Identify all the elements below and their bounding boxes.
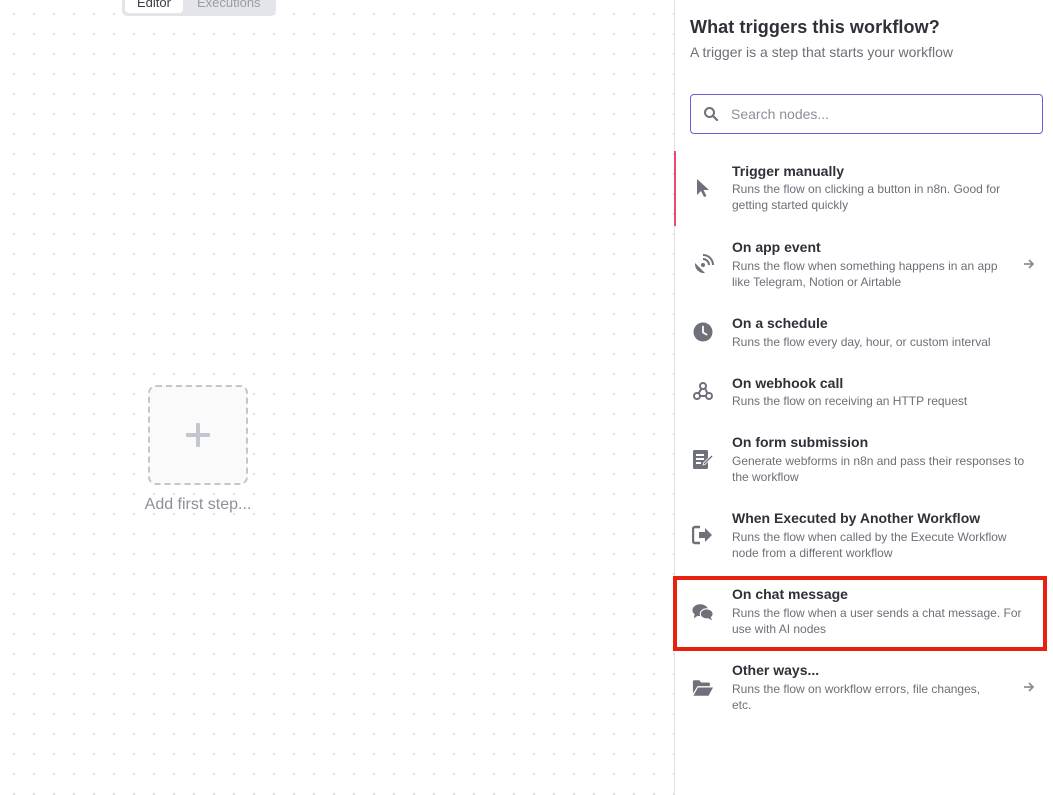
form-icon bbox=[692, 448, 714, 470]
arrow-right-icon bbox=[1022, 680, 1036, 694]
trigger-item-chat-message[interactable]: On chat message Runs the flow when a use… bbox=[675, 575, 1053, 649]
trigger-item-webhook[interactable]: On webhook call Runs the flow on receivi… bbox=[675, 364, 1053, 422]
item-description: Runs the flow when something happens in … bbox=[732, 259, 998, 289]
item-title: When Executed by Another Workflow bbox=[732, 510, 981, 526]
add-first-step-button[interactable] bbox=[148, 385, 248, 485]
item-description: Runs the flow on receiving an HTTP reque… bbox=[732, 394, 968, 408]
arrow-right-icon bbox=[1022, 257, 1036, 271]
item-title: Other ways... bbox=[732, 662, 820, 678]
trigger-item-other-ways[interactable]: Other ways... Runs the flow on workflow … bbox=[675, 651, 1053, 725]
trigger-item-manual[interactable]: Trigger manually Runs the flow on clicki… bbox=[674, 151, 1053, 226]
search-input[interactable] bbox=[731, 106, 1031, 122]
panel-title: What triggers this workflow? bbox=[690, 17, 940, 37]
item-title: Trigger manually bbox=[732, 163, 845, 179]
cursor-icon bbox=[692, 177, 714, 199]
add-first-step-label: Add first step... bbox=[144, 496, 252, 513]
tab-editor[interactable]: Editor bbox=[125, 0, 183, 13]
sign-in-icon bbox=[692, 524, 714, 546]
item-title: On app event bbox=[732, 239, 821, 255]
trigger-item-form[interactable]: On form submission Generate webforms in … bbox=[675, 423, 1053, 497]
trigger-panel: What triggers this workflow? A trigger i… bbox=[674, 0, 1053, 795]
item-title: On chat message bbox=[732, 586, 848, 602]
satellite-dish-icon bbox=[692, 254, 714, 276]
trigger-item-executed-by-workflow[interactable]: When Executed by Another Workflow Runs t… bbox=[675, 499, 1053, 573]
search-box[interactable] bbox=[690, 94, 1043, 134]
item-description: Runs the flow on clicking a button in n8… bbox=[732, 182, 1001, 212]
panel-subtitle: A trigger is a step that starts your wor… bbox=[690, 44, 953, 60]
item-title: On form submission bbox=[732, 434, 869, 450]
mode-toggle[interactable]: Editor Executions bbox=[122, 0, 276, 16]
plus-icon bbox=[186, 423, 210, 447]
item-description: Runs the flow on workflow errors, file c… bbox=[732, 682, 981, 712]
clock-icon bbox=[692, 321, 714, 343]
search-icon bbox=[703, 106, 719, 122]
item-title: On a schedule bbox=[732, 315, 828, 331]
item-description: Generate webforms in n8n and pass their … bbox=[732, 454, 1025, 484]
trigger-item-app-event[interactable]: On app event Runs the flow when somethin… bbox=[675, 228, 1053, 302]
workflow-canvas[interactable]: Editor Executions Add first step... bbox=[0, 0, 674, 795]
folder-open-icon bbox=[692, 677, 714, 699]
item-description: Runs the flow when called by the Execute… bbox=[732, 530, 1007, 560]
tab-executions[interactable]: Executions bbox=[185, 0, 273, 13]
item-description: Runs the flow every day, hour, or custom… bbox=[732, 335, 991, 349]
trigger-item-schedule[interactable]: On a schedule Runs the flow every day, h… bbox=[675, 304, 1053, 362]
chat-icon bbox=[692, 601, 714, 623]
item-description: Runs the flow when a user sends a chat m… bbox=[732, 606, 1022, 636]
item-title: On webhook call bbox=[732, 375, 844, 391]
webhook-icon bbox=[692, 380, 714, 402]
